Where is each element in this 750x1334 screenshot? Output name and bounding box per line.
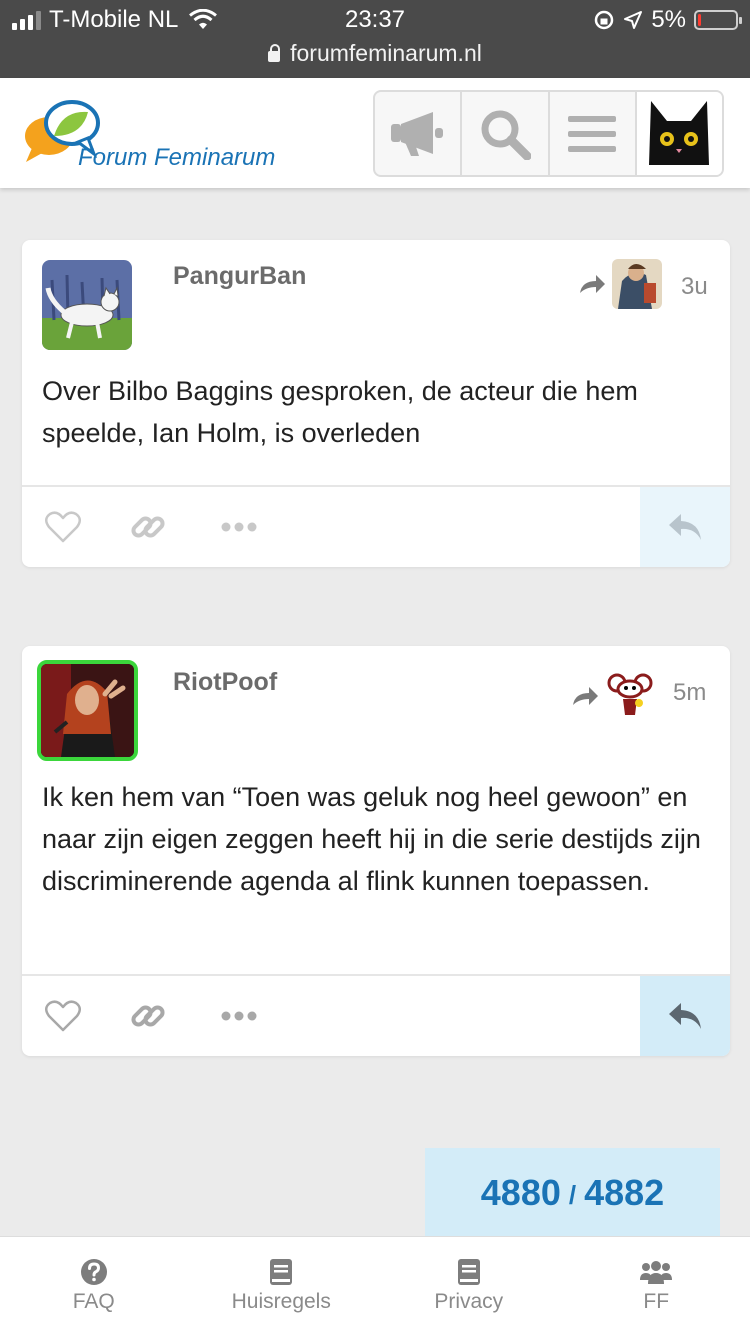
reply-button[interactable] [640, 487, 730, 567]
book-icon [457, 1258, 480, 1285]
footer-item-ff[interactable]: FF [563, 1237, 750, 1334]
lock-icon [268, 44, 281, 62]
site-logo[interactable]: Forum Feminarum [24, 96, 314, 176]
reply-to-avatar [605, 671, 655, 721]
address-bar[interactable]: forumfeminarum.nl [0, 40, 750, 67]
search-icon [481, 110, 531, 160]
post-username[interactable]: PangurBan [173, 262, 306, 291]
announcements-button[interactable] [375, 92, 463, 175]
user-avatar[interactable] [37, 660, 138, 761]
user-avatar[interactable] [42, 260, 132, 350]
post-age[interactable]: 5m [673, 679, 706, 707]
footer-item-huisregels[interactable]: Huisregels [188, 1237, 376, 1334]
menu-button[interactable] [550, 92, 637, 175]
post-username[interactable]: RiotPoof [173, 668, 277, 697]
progress-separator: / [568, 1179, 577, 1210]
reply-to-indicator[interactable] [571, 671, 655, 721]
share-arrow-icon [573, 687, 598, 705]
singer-photo-avatar-icon [41, 664, 134, 757]
post-actions [22, 485, 730, 567]
painting-avatar-icon [612, 259, 662, 309]
post-body: Ik ken hem van “Toen was geluk nog heel … [42, 782, 701, 896]
post-actions [22, 974, 730, 1056]
search-button[interactable] [462, 92, 550, 175]
logo-text: Forum Feminarum [78, 144, 276, 171]
footer-label: Privacy [434, 1289, 504, 1313]
question-icon [80, 1258, 107, 1285]
book-icon [270, 1258, 293, 1285]
reply-button[interactable] [640, 976, 730, 1056]
battery-percent: 5% [651, 6, 686, 33]
cat-painting-avatar-icon [42, 260, 132, 350]
post-age[interactable]: 3u [681, 273, 708, 301]
link-icon[interactable] [130, 998, 166, 1034]
megaphone-icon [390, 111, 443, 156]
user-avatar-button[interactable] [636, 92, 722, 175]
url-text: forumfeminarum.nl [290, 40, 482, 66]
site-header: Forum Feminarum [0, 78, 750, 188]
header-buttons [373, 90, 724, 177]
location-icon [624, 11, 643, 29]
footer-label: FF [643, 1289, 670, 1313]
reply-to-avatar [612, 259, 662, 309]
footer-nav: FAQ Huisregels Privacy FF [0, 1236, 750, 1334]
more-dots-icon[interactable] [221, 522, 257, 532]
reply-to-indicator[interactable] [578, 259, 662, 309]
footer-item-faq[interactable]: FAQ [0, 1237, 188, 1334]
share-arrow-icon [580, 275, 605, 293]
link-icon[interactable] [130, 509, 166, 545]
battery-icon [694, 10, 742, 30]
footer-item-privacy[interactable]: Privacy [375, 1237, 563, 1334]
cat-avatar-icon [649, 100, 710, 165]
menu-icon [568, 115, 617, 152]
users-icon [640, 1260, 673, 1284]
status-bar: T-Mobile NL 23:37 5% forumfeminarum.nl [0, 0, 750, 78]
like-heart-icon[interactable] [45, 511, 81, 543]
cartoon-mouse-avatar-icon [605, 671, 655, 721]
reply-arrow-icon [669, 514, 701, 540]
progress-current: 4880 [480, 1172, 561, 1213]
footer-label: FAQ [72, 1289, 115, 1313]
rotation-lock-icon [595, 10, 614, 30]
post-body: Over Bilbo Baggins gesproken, de acteur … [42, 376, 638, 448]
progress-total: 4882 [584, 1172, 665, 1213]
reply-arrow-icon [669, 1003, 701, 1029]
like-heart-icon[interactable] [45, 1000, 81, 1032]
more-dots-icon[interactable] [221, 1011, 257, 1021]
topic-progress[interactable]: 4880 / 4882 [425, 1148, 720, 1238]
status-right: 5% [593, 6, 742, 34]
post-card: PangurBan 3u Over Bilbo Baggins gesproke… [22, 240, 730, 567]
footer-label: Huisregels [231, 1289, 331, 1313]
post-card: RiotPoof 5m Ik ken hem van “Toen was gel… [22, 646, 730, 1056]
